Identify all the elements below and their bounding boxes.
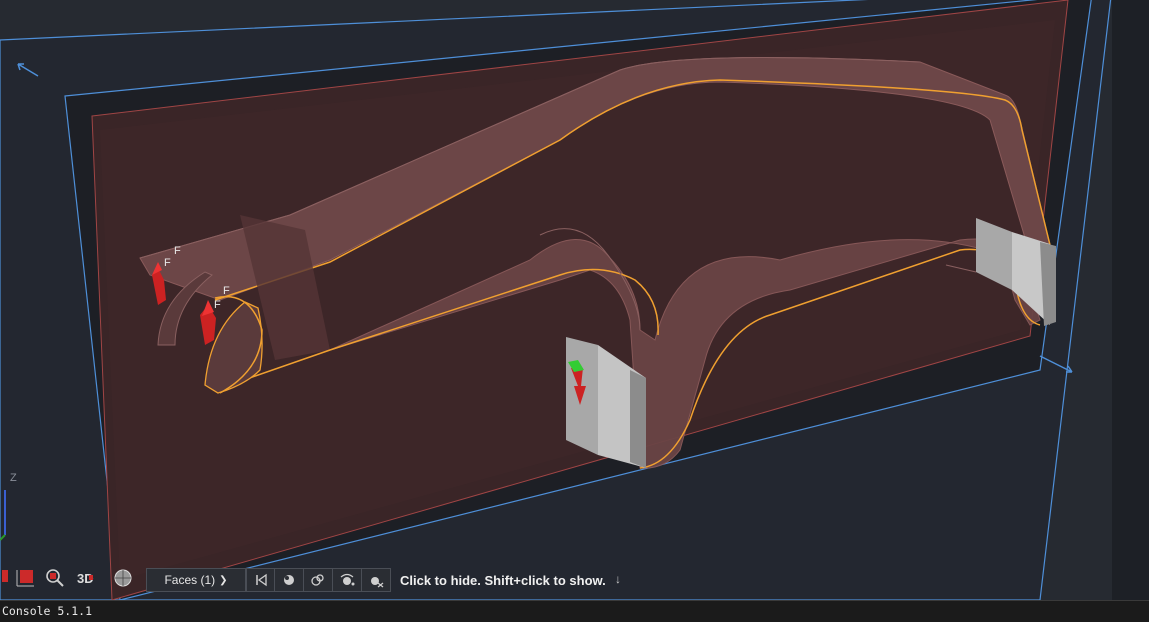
zoom-fit-icon[interactable] xyxy=(43,566,67,590)
console-panel[interactable]: Console 5.1.1 xyxy=(0,600,1149,622)
previous-selection-button[interactable] xyxy=(246,568,275,592)
load-label-1: F xyxy=(174,245,181,257)
skip-back-icon xyxy=(255,573,267,587)
load-label-3: F xyxy=(223,285,230,297)
axis-z-label: Z xyxy=(10,472,17,484)
view-front-icon[interactable] xyxy=(14,566,38,590)
model-scene[interactable]: F F F F xyxy=(0,0,1149,600)
hide-selection-button[interactable] xyxy=(362,568,391,592)
select-connected-button[interactable] xyxy=(333,568,362,592)
3d-view-icon[interactable]: 3D xyxy=(75,566,99,590)
select-adjacent-button[interactable] xyxy=(304,568,333,592)
orbit-select-icon xyxy=(340,573,355,586)
selection-filter-dropdown[interactable]: Faces (1) ❯ xyxy=(146,568,246,592)
body-select-icon xyxy=(284,575,294,585)
selection-filter-label: Faces (1) xyxy=(164,573,216,587)
double-chevron-down-icon[interactable]: ↓ xyxy=(615,572,621,586)
sphere-render-icon[interactable] xyxy=(111,566,135,590)
hide-body-icon xyxy=(371,577,384,588)
select-body-button[interactable] xyxy=(275,568,304,592)
3d-viewport[interactable]: F F F F Z xyxy=(0,0,1149,600)
chain-link-icon xyxy=(311,574,324,586)
load-label-2: F xyxy=(164,257,171,269)
hide-hint-text: Click to hide. Shift+click to show. xyxy=(400,573,606,588)
console-title: Console 5.1.1 xyxy=(2,604,93,618)
chevron-down-icon: ❯ xyxy=(219,574,228,586)
load-label-4: F xyxy=(214,299,221,311)
